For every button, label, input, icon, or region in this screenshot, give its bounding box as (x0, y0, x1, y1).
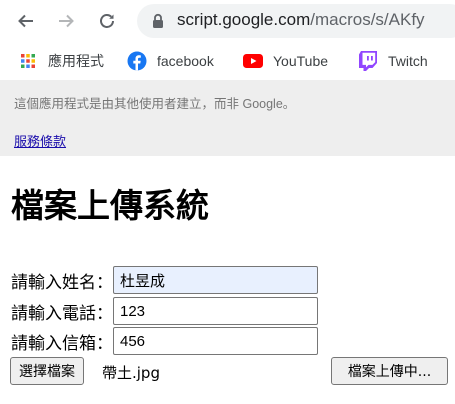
reload-button[interactable] (94, 8, 120, 34)
address-bar[interactable]: script.google.com/macros/s/AKfy (137, 4, 455, 38)
bookmark-youtube[interactable]: YouTube (243, 49, 328, 73)
bookmark-label: YouTube (273, 53, 329, 69)
email-row: 請輸入信箱： 456 (11, 327, 318, 355)
arrow-left-icon (18, 14, 33, 28)
upload-button[interactable]: 檔案上傳中... (331, 357, 448, 385)
name-row: 請輸入姓名： 杜昱成 (11, 266, 318, 294)
url-text[interactable]: script.google.com/macros/s/AKfy (177, 10, 425, 30)
name-label: 請輸入姓名： (11, 272, 113, 293)
chosen-file-name: 帶土.jpg (102, 364, 160, 382)
lock-icon[interactable] (149, 12, 167, 30)
facebook-icon (127, 51, 147, 71)
url-host: script.google.com (177, 10, 311, 29)
page-title: 檔案上傳系統 (11, 186, 209, 225)
bookmark-facebook[interactable]: facebook (127, 49, 214, 73)
email-label: 請輸入信箱： (11, 333, 113, 354)
choose-file-button[interactable]: 選擇檔案 (10, 357, 84, 385)
email-input[interactable]: 456 (113, 327, 318, 355)
apps-grid-icon (18, 51, 38, 71)
apps-script-notice-banner: 這個應用程式是由其他使用者建立，而非 Google。 服務條款 (0, 80, 455, 156)
phone-row: 請輸入電話： 123 (11, 297, 318, 325)
bookmark-apps[interactable]: 應用程式 (18, 49, 104, 73)
bookmarks-bar: 應用程式 facebook YouTube Twitch (0, 42, 455, 80)
forward-button[interactable] (53, 8, 79, 34)
notice-text: 這個應用程式是由其他使用者建立，而非 Google。 (14, 97, 296, 111)
arrow-right-icon (59, 14, 74, 28)
bookmark-label: 應用程式 (48, 53, 104, 69)
phone-label: 請輸入電話： (11, 303, 113, 324)
bookmark-label: Twitch (388, 53, 428, 69)
terms-of-service-link[interactable]: 服務條款 (14, 131, 66, 150)
reload-icon (100, 14, 114, 28)
youtube-icon (243, 51, 263, 71)
bookmark-twitch[interactable]: Twitch (358, 49, 428, 73)
twitch-icon (358, 51, 378, 71)
back-button[interactable] (13, 8, 39, 34)
browser-toolbar: script.google.com/macros/s/AKfy (0, 0, 455, 42)
bookmark-label: facebook (157, 53, 214, 69)
phone-input[interactable]: 123 (113, 297, 318, 325)
name-input[interactable]: 杜昱成 (113, 266, 318, 294)
url-path: /macros/s/AKfy (310, 10, 425, 29)
